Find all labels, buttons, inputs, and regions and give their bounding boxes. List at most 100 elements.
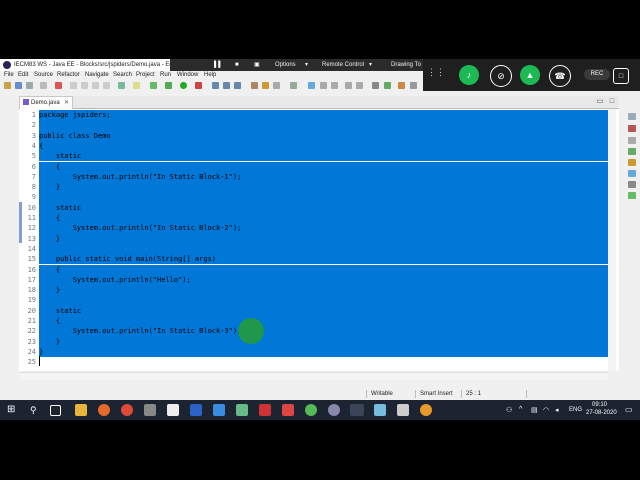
run-icon[interactable] — [180, 82, 187, 89]
drag-handle-icon[interactable]: ⋮⋮ — [427, 67, 445, 78]
annotation-icon[interactable] — [290, 82, 297, 89]
debug-icon[interactable] — [165, 82, 172, 89]
coverage-icon[interactable] — [195, 82, 202, 89]
menu-project[interactable]: Project — [136, 72, 155, 78]
stop-icon[interactable]: ■ — [235, 59, 243, 71]
back-icon[interactable] — [345, 82, 352, 89]
database-icon[interactable] — [144, 404, 156, 416]
code-line[interactable]: static — [39, 306, 81, 316]
clock-time[interactable]: 09:10 — [592, 402, 607, 409]
close-tab-icon[interactable]: ✕ — [64, 97, 69, 109]
next-annotation-icon[interactable] — [320, 82, 327, 89]
outline-view-icon[interactable] — [628, 113, 636, 120]
console-icon[interactable] — [628, 192, 636, 199]
forward-icon[interactable] — [356, 82, 363, 89]
windows-start-icon[interactable]: ⊞ — [7, 404, 15, 416]
menu-navigate[interactable]: Navigate — [85, 72, 109, 78]
menu-help[interactable]: Help — [204, 72, 216, 78]
eclipse-taskbar-icon[interactable] — [350, 404, 364, 416]
data-source-icon[interactable] — [628, 170, 636, 177]
whatsapp-icon[interactable] — [305, 404, 317, 416]
minimize-icon[interactable]: ▭ — [596, 98, 604, 106]
remote-control-menu[interactable]: Remote Control — [322, 59, 364, 71]
remote-control-chevron-icon[interactable]: ▾ — [369, 59, 372, 71]
open-type-icon[interactable] — [251, 82, 258, 89]
code-editor[interactable]: 1 2 3 4 5 6 7 8 9 10 11 12 13 14 15 16 17 18 19 20 21 22 23 24 2… — [19, 109, 619, 371]
network-icon[interactable]: ▤ — [531, 406, 538, 414]
menu-refactor[interactable]: Refactor — [57, 72, 80, 78]
menu-search[interactable]: Search — [113, 72, 132, 78]
code-line[interactable]: public class Demo — [39, 131, 111, 141]
chrome-icon[interactable] — [121, 404, 133, 416]
tray-chevron-icon[interactable]: ^ — [519, 406, 522, 413]
menu-window[interactable]: Window — [177, 72, 198, 78]
markers-icon[interactable] — [628, 137, 636, 144]
java-perspective-icon[interactable] — [398, 82, 405, 89]
menu-edit[interactable]: Edit — [18, 72, 28, 78]
debug-perspective-icon[interactable] — [410, 82, 417, 89]
search-icon[interactable] — [273, 82, 280, 89]
code-line[interactable]: System.out.println("In Static Block-1"); — [39, 172, 242, 182]
save-all-icon[interactable] — [26, 82, 33, 89]
code-line[interactable]: { — [39, 265, 60, 275]
menu-run[interactable]: Run — [160, 72, 171, 78]
snipping-tool-icon[interactable] — [397, 404, 409, 416]
media-icon[interactable] — [420, 404, 432, 416]
suspend-icon[interactable] — [70, 82, 77, 89]
java-ee-perspective-icon[interactable] — [384, 82, 391, 89]
firefox-icon[interactable] — [98, 404, 110, 416]
new-class-icon[interactable] — [234, 82, 241, 89]
code-line[interactable]: { — [39, 316, 60, 326]
language-indicator[interactable]: ENG — [569, 407, 582, 414]
resume-icon[interactable] — [81, 82, 88, 89]
video-off-icon[interactable]: ⊘ — [490, 65, 512, 87]
tab-demo-java[interactable]: Demo.java ✕ — [19, 96, 73, 109]
menu-source[interactable]: Source — [34, 72, 53, 78]
stop-recording-icon[interactable]: □ — [613, 68, 629, 84]
menu-file[interactable]: File — [4, 72, 14, 78]
new-package-icon[interactable] — [223, 82, 230, 89]
code-line[interactable]: { — [39, 213, 60, 223]
prev-annotation-icon[interactable] — [331, 82, 338, 89]
vertical-scrollbar[interactable] — [608, 109, 616, 371]
code-line[interactable]: } — [39, 234, 60, 244]
snippets-icon[interactable] — [628, 181, 636, 188]
external-tools-icon[interactable] — [150, 82, 157, 89]
open-task-icon[interactable] — [262, 82, 269, 89]
debug-stop-icon[interactable] — [55, 82, 62, 89]
code-line[interactable]: public static void main(String[] args) — [39, 254, 216, 264]
microphone-icon[interactable]: ♪ — [459, 65, 479, 85]
paint-icon[interactable] — [167, 404, 179, 416]
task-view-icon[interactable] — [50, 405, 61, 416]
code-line[interactable]: { — [39, 162, 60, 172]
code-line[interactable]: } — [39, 337, 60, 347]
options-menu[interactable]: Options — [275, 59, 296, 71]
hang-up-icon[interactable]: ☎ — [549, 65, 571, 87]
pin-editor-icon[interactable] — [308, 82, 315, 89]
camera-icon[interactable] — [259, 404, 271, 416]
print-icon[interactable] — [40, 82, 47, 89]
step-over-icon[interactable] — [103, 82, 110, 89]
code-line[interactable]: { — [39, 141, 43, 151]
wifi-icon[interactable]: ◠ — [543, 406, 549, 414]
step-into-icon[interactable] — [92, 82, 99, 89]
people-icon[interactable]: ⚇ — [506, 406, 512, 414]
code-line[interactable]: } — [39, 182, 60, 192]
search-taskbar-icon[interactable]: ⚲ — [30, 404, 37, 416]
file-explorer-icon[interactable] — [75, 404, 87, 416]
maximize-icon[interactable]: □ — [608, 98, 616, 106]
horizontal-scrollbar[interactable] — [20, 372, 608, 380]
share-screen-icon[interactable]: ▲ — [520, 65, 540, 85]
task-list-icon[interactable] — [628, 125, 636, 132]
teamviewer-icon[interactable] — [374, 404, 386, 416]
new-java-project-icon[interactable] — [212, 82, 219, 89]
app-icon[interactable] — [328, 404, 340, 416]
code-line[interactable]: System.out.println("In Static Block-3"); — [39, 326, 242, 336]
drawing-tools-menu[interactable]: Drawing To — [391, 59, 421, 71]
save-icon[interactable] — [15, 82, 22, 89]
skip-breakpoints-icon[interactable] — [118, 82, 125, 89]
code-line[interactable]: System.out.println("In Static Block-2"); — [39, 223, 242, 233]
code-line[interactable]: static — [39, 203, 81, 213]
notifications-icon[interactable]: ▭ — [625, 405, 633, 414]
perspective-icon[interactable] — [372, 82, 379, 89]
